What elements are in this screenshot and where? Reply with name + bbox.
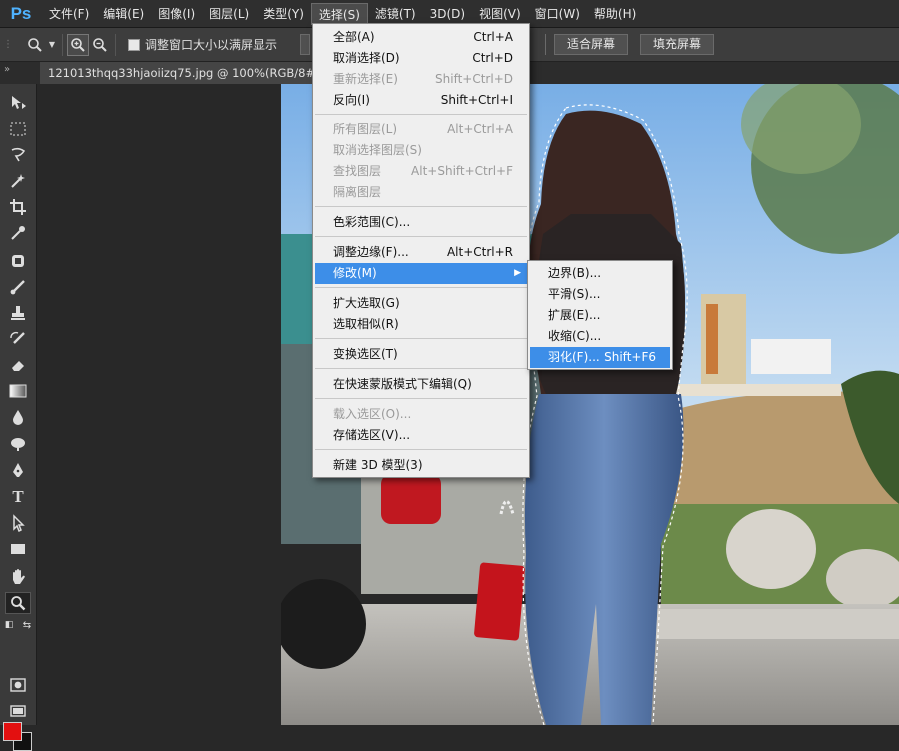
menu-separator xyxy=(315,287,527,288)
stamp-icon[interactable] xyxy=(5,302,31,324)
swap-colors-icon[interactable]: ⇆ xyxy=(20,620,34,631)
menu-separator xyxy=(315,114,527,115)
zoom-tool-preset-icon[interactable] xyxy=(24,34,46,56)
checkbox-box[interactable] xyxy=(128,38,140,51)
submenu-arrow-icon: ▶ xyxy=(514,268,521,278)
menu-item-reselect[interactable]: 重新选择(E) Shift+Ctrl+D xyxy=(315,69,527,90)
menu-separator xyxy=(315,398,527,399)
grip-icon: ⋮ xyxy=(3,39,13,50)
menu-item-grow[interactable]: 扩大选取(G) xyxy=(315,293,527,314)
quick-mask-icon[interactable] xyxy=(5,674,31,696)
submenu-item-feather[interactable]: 羽化(F)... Shift+F6 xyxy=(530,347,670,368)
fill-screen-button[interactable]: 填充屏幕 xyxy=(640,34,715,55)
brush-icon[interactable] xyxy=(5,276,31,298)
menu-item-new-3d-extrusion[interactable]: 新建 3D 模型(3) xyxy=(315,455,527,476)
healing-icon[interactable] xyxy=(5,250,31,272)
menu-item-all[interactable]: 全部(A) Ctrl+A xyxy=(315,27,527,48)
menu-item-refine-edge[interactable]: 调整边缘(F)... Alt+Ctrl+R xyxy=(315,242,527,263)
menu-edit[interactable]: 编辑(E) xyxy=(96,3,151,25)
magic-wand-icon[interactable] xyxy=(5,170,31,192)
menu-item-inverse[interactable]: 反向(I) Shift+Ctrl+I xyxy=(315,90,527,111)
menu-separator xyxy=(315,449,527,450)
submenu-item-expand[interactable]: 扩展(E)... xyxy=(530,305,670,326)
menu-type[interactable]: 类型(Y) xyxy=(256,3,311,25)
menu-separator xyxy=(315,368,527,369)
menu-separator xyxy=(315,206,527,207)
menu-item-transform-selection[interactable]: 变换选区(T) xyxy=(315,344,527,365)
menu-item-isolate-layers[interactable]: 隔离图层 xyxy=(315,182,527,203)
zoom-in-icon[interactable] xyxy=(67,33,89,56)
menu-view[interactable]: 视图(V) xyxy=(472,3,528,25)
menu-item-all-layers[interactable]: 所有图层(L) Alt+Ctrl+A xyxy=(315,119,527,140)
menu-select[interactable]: 选择(S) xyxy=(310,2,368,25)
lasso-icon[interactable] xyxy=(5,144,31,166)
menu-3d[interactable]: 3D(D) xyxy=(423,3,472,25)
default-colors-icon[interactable]: ◧ xyxy=(2,620,16,630)
move-icon[interactable] xyxy=(5,92,31,114)
tools-panel: T ◧ ⇆ xyxy=(0,84,37,751)
menu-help[interactable]: 帮助(H) xyxy=(587,3,643,25)
collapse-panel-icon[interactable]: » xyxy=(4,64,10,75)
select-menu-dropdown: 全部(A) Ctrl+A 取消选择(D) Ctrl+D 重新选择(E) Shift+C… xyxy=(312,23,530,478)
eyedropper-icon[interactable] xyxy=(5,222,31,244)
gradient-icon[interactable] xyxy=(5,380,31,402)
type-icon[interactable]: T xyxy=(5,486,31,508)
menu-item-similar[interactable]: 选取相似(R) xyxy=(315,314,527,335)
dodge-icon[interactable] xyxy=(5,432,31,454)
menu-layer[interactable]: 图层(L) xyxy=(202,3,256,25)
rect-marquee-icon[interactable] xyxy=(5,118,31,140)
chevron-down-icon[interactable]: ▼ xyxy=(46,34,58,56)
document-tab[interactable]: 121013thqq33hjaoiizq75.jpg @ 100%(RGB/8#… xyxy=(40,62,320,84)
menu-item-deselect-layers[interactable]: 取消选择图层(S) xyxy=(315,140,527,161)
zoom-out-icon[interactable] xyxy=(89,34,111,56)
menu-item-load-selection[interactable]: 载入选区(O)... xyxy=(315,404,527,425)
history-brush-icon[interactable] xyxy=(5,328,31,350)
menu-item-find-layers[interactable]: 查找图层 Alt+Shift+Ctrl+F xyxy=(315,161,527,182)
menu-item-quick-mask[interactable]: 在快速蒙版模式下编辑(Q) xyxy=(315,374,527,395)
crop-icon[interactable] xyxy=(5,196,31,218)
eraser-icon[interactable] xyxy=(5,354,31,376)
photoshop-logo: Ps xyxy=(10,3,32,23)
menu-file[interactable]: 文件(F) xyxy=(42,3,96,25)
separator xyxy=(62,33,63,56)
menu-item-color-range[interactable]: 色彩范围(C)... xyxy=(315,212,527,233)
menu-separator xyxy=(315,338,527,339)
separator xyxy=(115,33,116,56)
fit-window-checkbox[interactable]: 调整窗口大小以满屏显示 xyxy=(128,36,277,53)
fit-screen-button[interactable]: 适合屏幕 xyxy=(554,34,629,55)
fit-window-label: 调整窗口大小以满屏显示 xyxy=(145,38,278,52)
pen-icon[interactable] xyxy=(5,460,31,482)
path-select-icon[interactable] xyxy=(5,512,31,534)
shape-icon[interactable] xyxy=(5,538,31,560)
submenu-item-smooth[interactable]: 平滑(S)... xyxy=(530,284,670,305)
blur-icon[interactable] xyxy=(5,406,31,428)
zoom-icon[interactable] xyxy=(5,592,31,614)
menu-window[interactable]: 窗口(W) xyxy=(528,3,587,25)
menu-separator xyxy=(315,236,527,237)
submenu-item-border[interactable]: 边界(B)... xyxy=(530,263,670,284)
actual-pixels-button[interactable] xyxy=(545,34,546,55)
screen-mode-icon[interactable] xyxy=(5,700,31,722)
submenu-item-contract[interactable]: 收缩(C)... xyxy=(530,326,670,347)
menu-image[interactable]: 图像(I) xyxy=(151,3,202,25)
hand-icon[interactable] xyxy=(5,566,31,588)
modify-submenu: 边界(B)... 平滑(S)... 扩展(E)... 收缩(C)... 羽化(F… xyxy=(527,260,673,370)
menu-filter[interactable]: 滤镜(T) xyxy=(368,3,423,25)
zoom-all-windows-button[interactable] xyxy=(300,34,310,55)
menu-item-deselect[interactable]: 取消选择(D) Ctrl+D xyxy=(315,48,527,69)
menu-item-modify[interactable]: 修改(M) ▶ xyxy=(315,263,527,284)
menu-item-save-selection[interactable]: 存储选区(V)... xyxy=(315,425,527,446)
